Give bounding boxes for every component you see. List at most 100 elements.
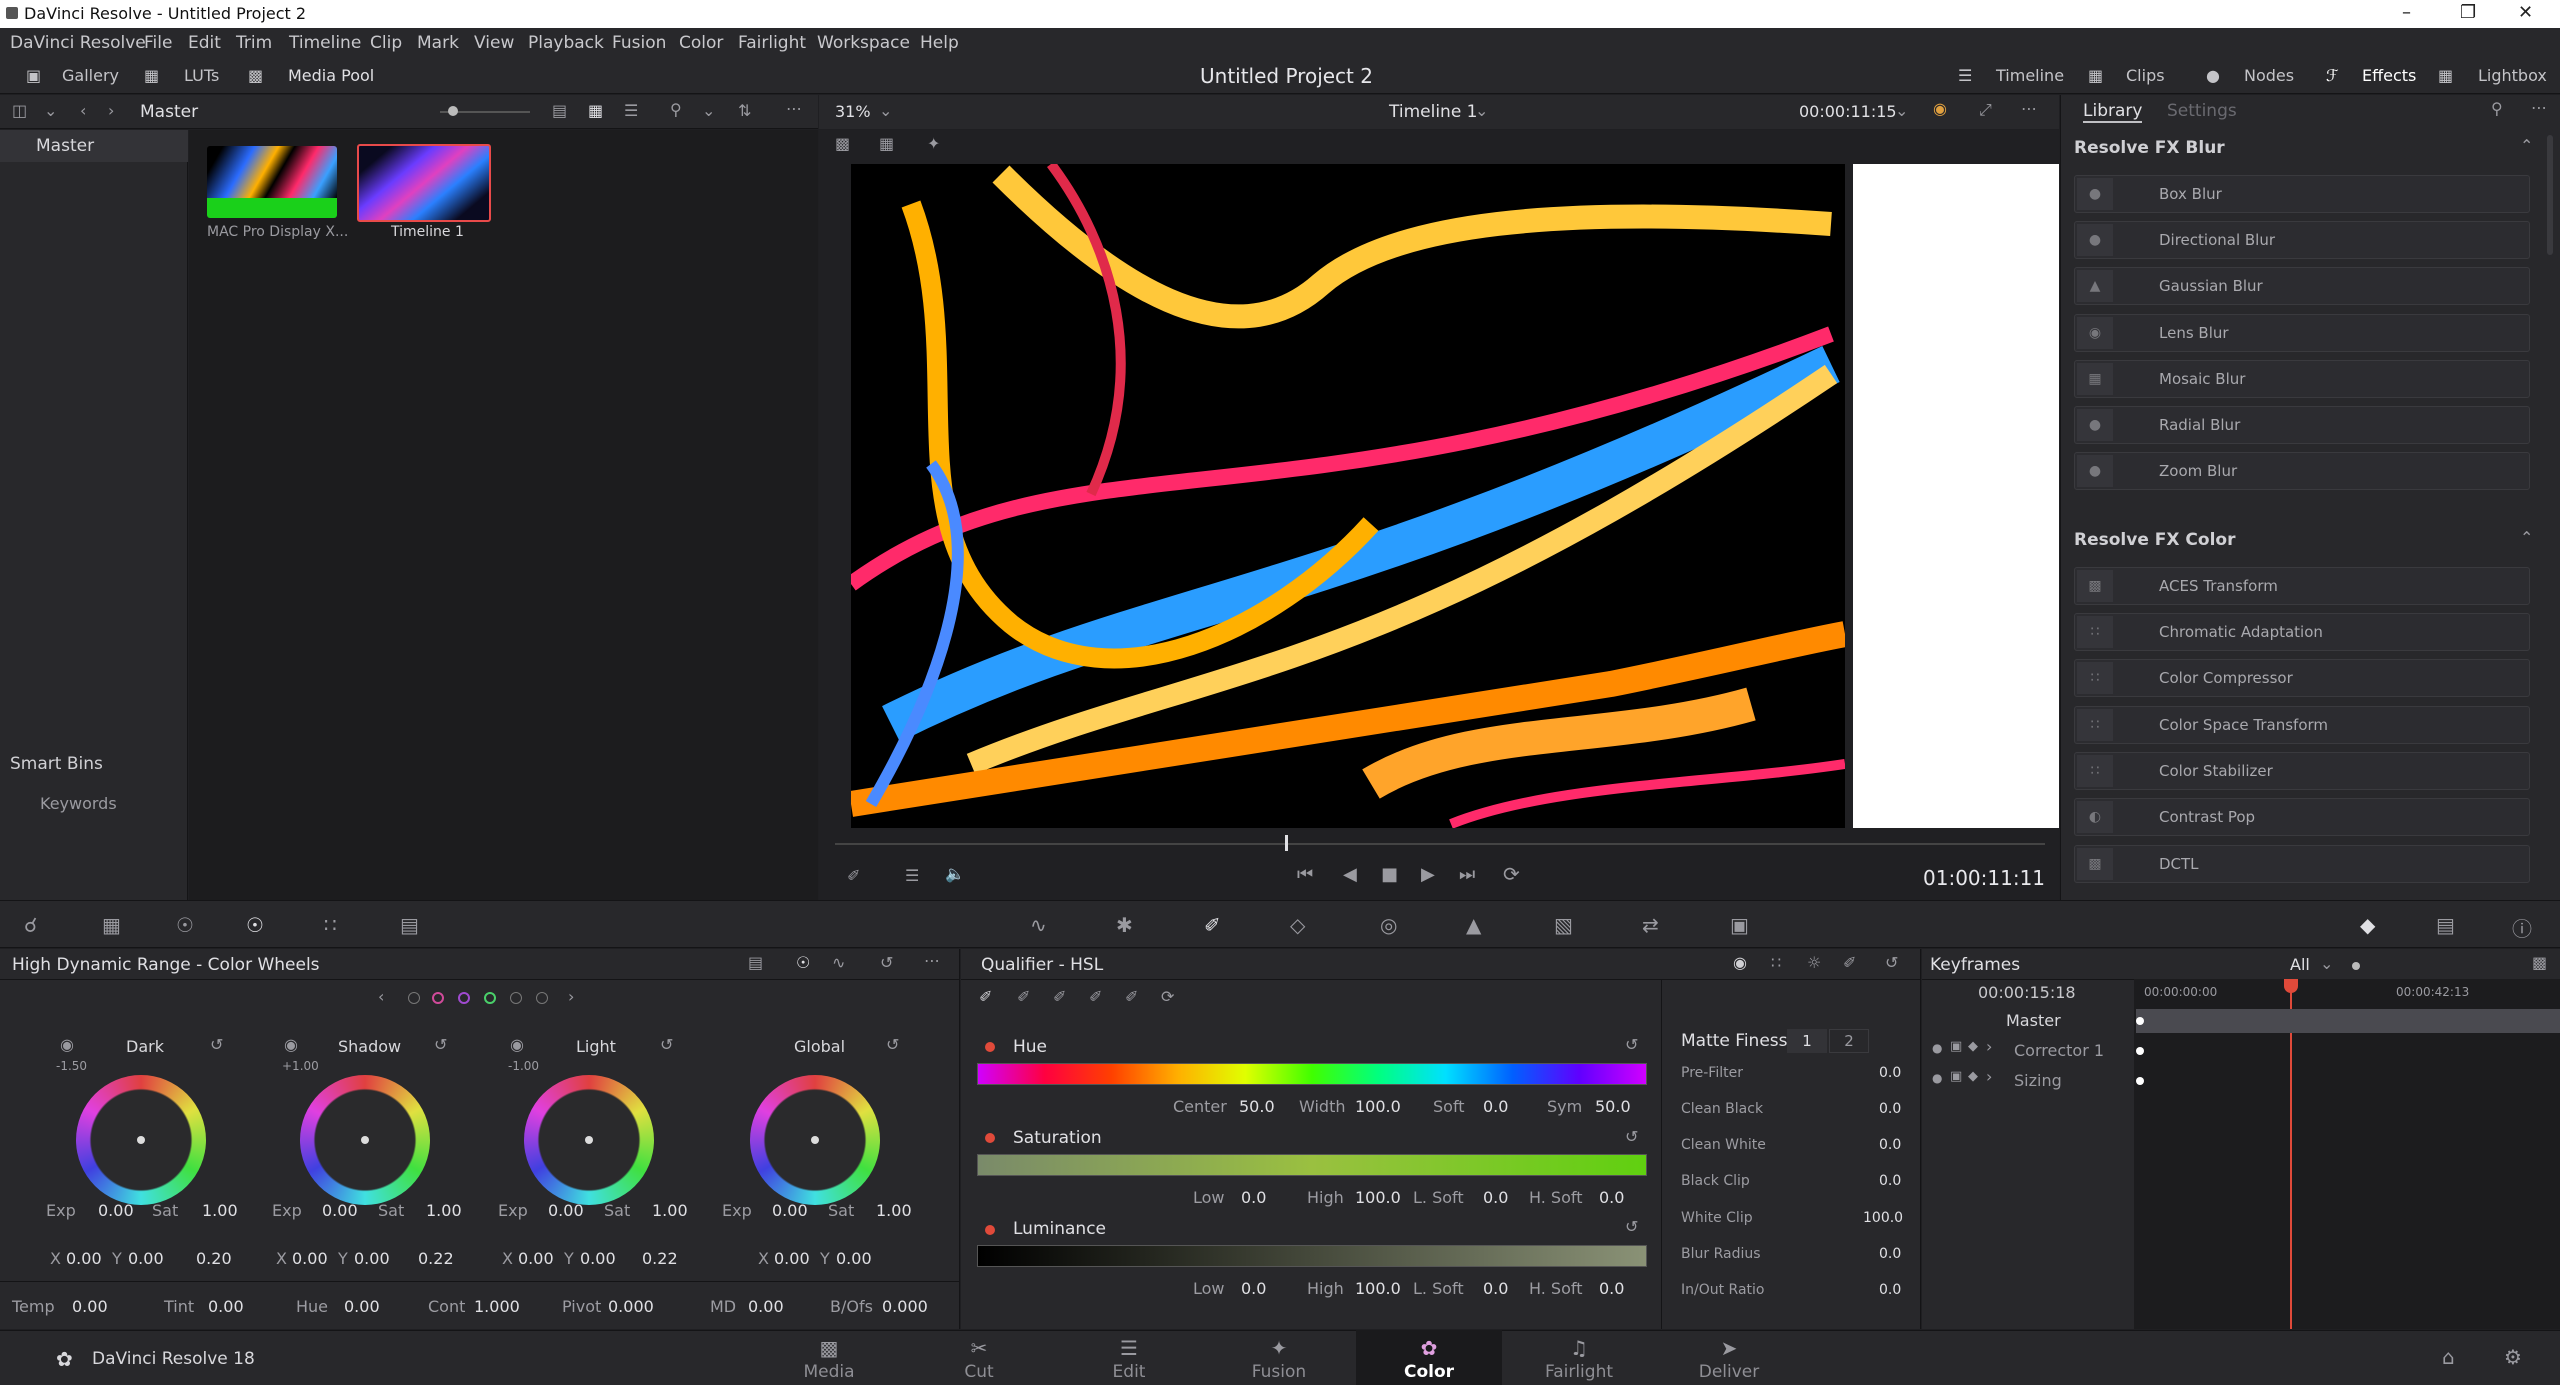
clips-button[interactable]: Clips: [2126, 66, 2165, 85]
page-deliver[interactable]: ➤ Deliver: [1656, 1330, 1802, 1385]
waveform-icon[interactable]: ∿: [832, 953, 845, 972]
effect-color-stabilizer[interactable]: ∷ Color Stabilizer: [2074, 752, 2530, 790]
blur-category-header[interactable]: Resolve FX Blur: [2074, 138, 2225, 158]
zone-dot[interactable]: [432, 992, 444, 1004]
keyframe-dot[interactable]: [2352, 962, 2360, 970]
minimize-icon[interactable]: –: [2402, 2, 2411, 23]
zone-dot[interactable]: [484, 992, 496, 1004]
effect-mosaic-blur[interactable]: ▦ Mosaic Blur: [2074, 360, 2530, 398]
page-edit[interactable]: ☰ Edit: [1056, 1330, 1202, 1385]
page-media[interactable]: ▩ Media: [756, 1330, 902, 1385]
hue-sym-value[interactable]: 50.0: [1595, 1097, 1631, 1116]
sat-hsoft-value[interactable]: 0.0: [1599, 1188, 1624, 1207]
split-view-icon[interactable]: ▦: [879, 134, 894, 153]
menu-trim[interactable]: Trim: [236, 33, 272, 53]
maximize-icon[interactable]: ❐: [2460, 2, 2476, 23]
color-match-icon[interactable]: ▦: [102, 913, 121, 937]
more-options-icon[interactable]: ⋯: [924, 951, 940, 970]
hue-value[interactable]: 0.00: [344, 1297, 380, 1316]
zone-dot[interactable]: [536, 992, 548, 1004]
menu-davinci[interactable]: DaVinci Resolve: [10, 33, 146, 53]
zone-prev-icon[interactable]: ‹: [378, 987, 384, 1006]
single-view-icon[interactable]: ▩: [835, 134, 850, 153]
nodes-button[interactable]: Nodes: [2244, 66, 2294, 85]
sat-lsoft-value[interactable]: 0.0: [1483, 1188, 1508, 1207]
page-color[interactable]: ✿ Color: [1356, 1330, 1502, 1385]
menu-clip[interactable]: Clip: [370, 33, 402, 53]
matte-tab-1[interactable]: 1: [1787, 1029, 1827, 1053]
expand-chevron-icon[interactable]: ›: [1986, 1067, 1992, 1086]
menu-workspace[interactable]: Workspace: [817, 33, 910, 53]
effect-box-blur[interactable]: ● Box Blur: [2074, 175, 2530, 213]
keyframe-icon[interactable]: ◆: [1968, 1039, 1978, 1054]
lightbox-button[interactable]: Lightbox: [2478, 66, 2547, 85]
z-value[interactable]: 0.22: [642, 1249, 678, 1268]
picker-minus-icon[interactable]: ✐: [1017, 987, 1030, 1006]
sat-low-value[interactable]: 0.0: [1241, 1188, 1266, 1207]
keyframe-icon[interactable]: ◆: [1968, 1069, 1978, 1084]
effect-radial-blur[interactable]: ● Radial Blur: [2074, 406, 2530, 444]
md-value[interactable]: 0.00: [748, 1297, 784, 1316]
menu-help[interactable]: Help: [920, 33, 959, 53]
sat-value[interactable]: 1.00: [876, 1201, 912, 1220]
panel-option-icon[interactable]: ▤: [748, 953, 763, 972]
smart-bin-keywords[interactable]: Keywords: [40, 794, 117, 813]
go-to-start-icon[interactable]: ⏮: [1297, 864, 1313, 885]
clip-thumbnail[interactable]: [207, 146, 337, 218]
timeline-selector[interactable]: Timeline 1: [1389, 102, 1478, 122]
collapse-icon[interactable]: ⌃: [2520, 136, 2533, 155]
info-icon[interactable]: ⓘ: [2512, 913, 2532, 942]
matte-tab-2[interactable]: 2: [1829, 1029, 1869, 1053]
forward-icon[interactable]: ›: [108, 101, 114, 120]
invert-icon[interactable]: ⟳: [1161, 987, 1174, 1006]
sizing-icon[interactable]: ▣: [1730, 913, 1749, 937]
menu-color[interactable]: Color: [679, 33, 723, 53]
color-wheel-global[interactable]: [750, 1075, 880, 1205]
color-wheel-light[interactable]: [524, 1075, 654, 1205]
timeline-thumbnail[interactable]: [357, 144, 491, 222]
zone-icon[interactable]: ☉: [796, 953, 810, 972]
matte-row-value[interactable]: 0.0: [1879, 1246, 1901, 1262]
reset-icon[interactable]: ↺: [1625, 1217, 1638, 1236]
color-picker-icon[interactable]: ◉: [1933, 99, 1947, 118]
metadata-view-icon[interactable]: ▤: [552, 101, 567, 120]
rgb-mixer-icon[interactable]: ∷: [324, 913, 337, 937]
feather-plus-icon[interactable]: ✐: [1125, 987, 1138, 1006]
sat-value[interactable]: 1.00: [652, 1201, 688, 1220]
effect-color-compressor[interactable]: ∷ Color Compressor: [2074, 659, 2530, 697]
saturation-enable-dot[interactable]: [985, 1133, 995, 1143]
effect-lens-blur[interactable]: ◉ Lens Blur: [2074, 314, 2530, 352]
visibility-icon[interactable]: ●: [1932, 1071, 1942, 1085]
menu-fusion[interactable]: Fusion: [612, 33, 666, 53]
x-value[interactable]: 0.00: [774, 1249, 810, 1268]
matte-row-value[interactable]: 0.0: [1879, 1282, 1901, 1298]
exp-value[interactable]: 0.00: [322, 1201, 358, 1220]
zone-next-icon[interactable]: ›: [568, 987, 574, 1006]
effect-directional-blur[interactable]: ● Directional Blur: [2074, 221, 2530, 259]
sat-high-value[interactable]: 100.0: [1355, 1188, 1401, 1207]
effect-gaussian-blur[interactable]: ▲ Gaussian Blur: [2074, 267, 2530, 305]
tracker-icon[interactable]: ◎: [1380, 913, 1397, 937]
gallery-button[interactable]: Gallery: [62, 66, 119, 85]
wheel-option-icon[interactable]: ◉: [510, 1035, 524, 1054]
effect-zoom-blur[interactable]: ● Zoom Blur: [2074, 452, 2530, 490]
slider-knob[interactable]: [448, 106, 458, 116]
reset-icon[interactable]: ↺: [1625, 1035, 1638, 1054]
hue-bar[interactable]: [977, 1063, 1647, 1085]
library-scrollbar[interactable]: [2547, 135, 2553, 255]
primaries-icon[interactable]: ☉: [176, 913, 194, 937]
z-value[interactable]: 0.20: [196, 1249, 232, 1268]
x-value[interactable]: 0.00: [518, 1249, 554, 1268]
saturation-bar[interactable]: [977, 1154, 1647, 1176]
source-timecode[interactable]: 00:00:11:15: [1799, 102, 1897, 121]
qualifier-mode-icon[interactable]: ☼: [1807, 953, 1821, 972]
zone-dot[interactable]: [408, 992, 420, 1004]
chevron-down-icon[interactable]: ⌄: [44, 101, 57, 120]
effect-dctl[interactable]: ▩ DCTL: [2074, 845, 2530, 883]
exp-value[interactable]: 0.00: [98, 1201, 134, 1220]
search-icon[interactable]: ⚲: [2491, 99, 2503, 118]
keyframe-dot[interactable]: [2136, 1017, 2144, 1025]
qualifier-mode-icon[interactable]: ∷: [1771, 953, 1781, 972]
reset-icon[interactable]: ↺: [880, 953, 893, 972]
camera-raw-icon[interactable]: ☌: [24, 913, 37, 937]
